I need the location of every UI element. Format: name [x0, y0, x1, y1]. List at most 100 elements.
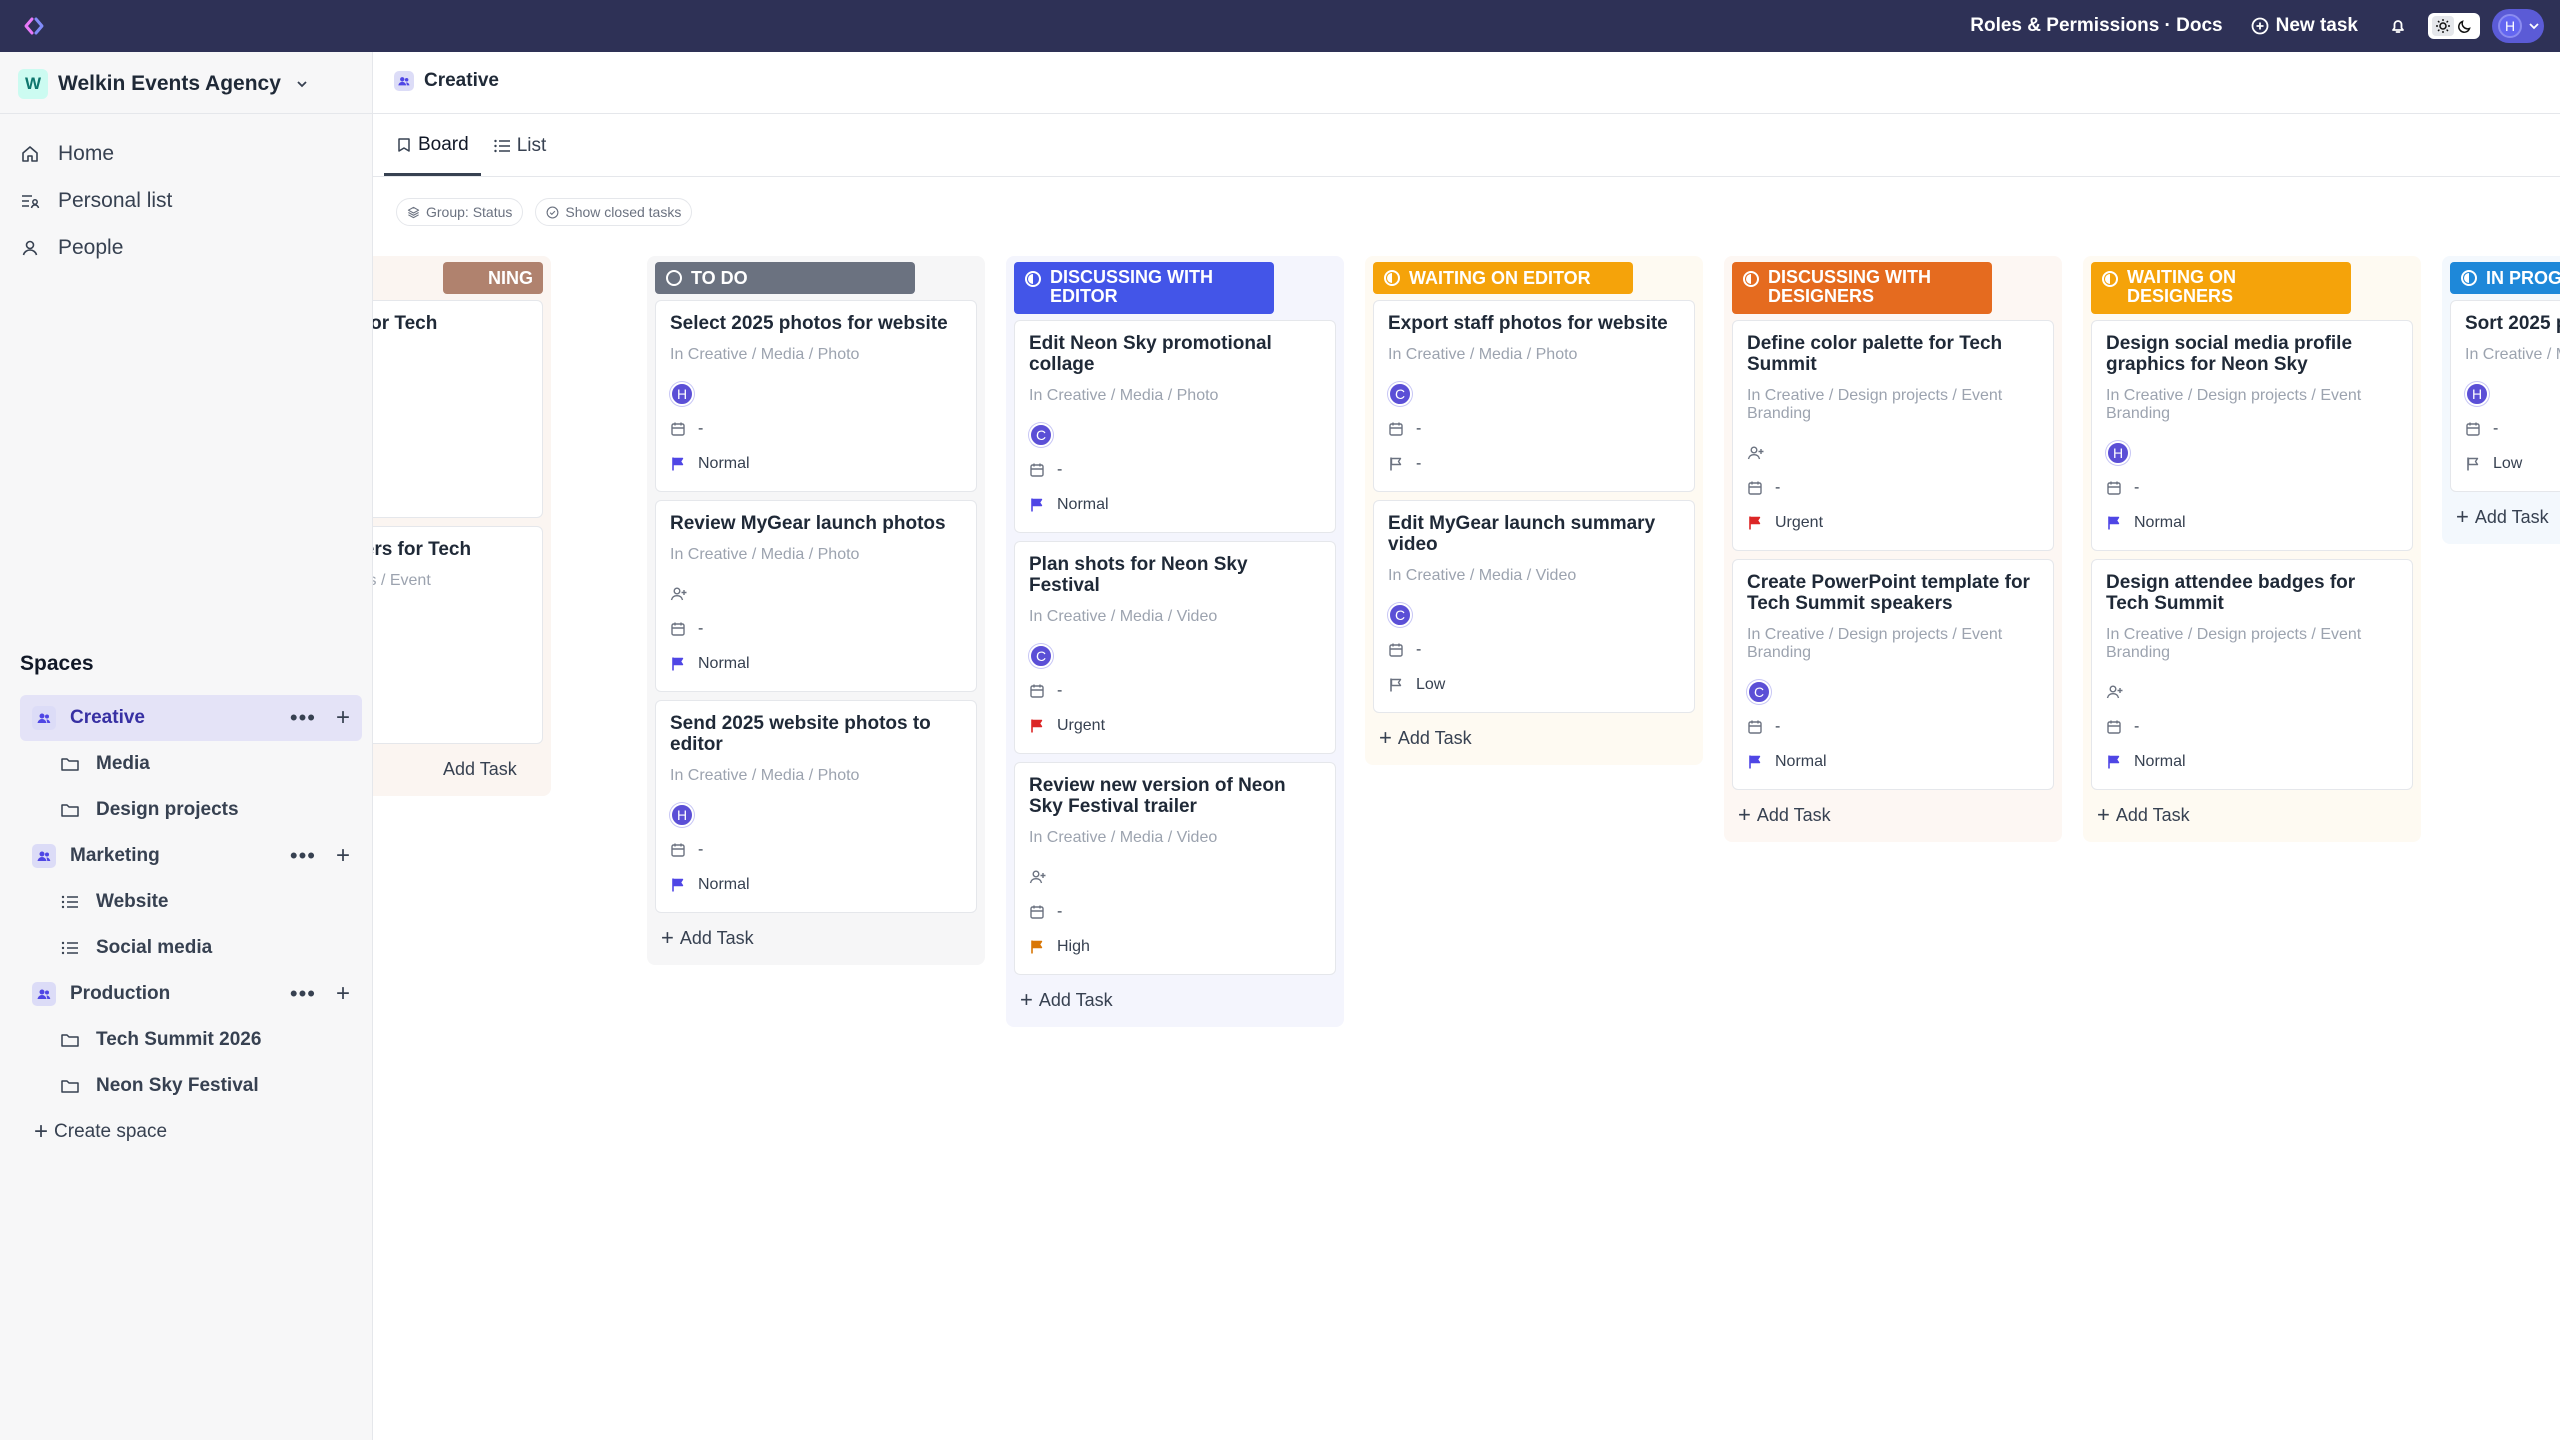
add-task-button[interactable]: +Add Task [1732, 798, 2054, 832]
assignee-avatar[interactable]: H [2106, 440, 2130, 465]
assignee-avatar[interactable]: C [1388, 381, 1412, 406]
assignee-row[interactable]: C [1388, 597, 1680, 632]
list-website[interactable]: Website [20, 879, 362, 925]
assignee-row[interactable]: C [1029, 638, 1321, 673]
priority-row[interactable]: Urgent [1029, 708, 1321, 743]
due-date-row[interactable]: - [1029, 452, 1321, 487]
due-date-row[interactable]: - [670, 832, 962, 867]
add-assignee-icon[interactable] [1029, 869, 1059, 885]
task-card[interactable]: Edit MyGear launch summary video In Creat… [1373, 500, 1695, 713]
assignee-row[interactable] [670, 576, 962, 611]
task-card[interactable]: Export staff photos for website In Creati… [1373, 300, 1695, 492]
due-date-row[interactable]: - [1029, 894, 1321, 929]
task-card[interactable]: Design social media profile graphics for… [2091, 320, 2413, 551]
priority-row[interactable]: Normal [1029, 487, 1321, 522]
column-header[interactable]: WAITING ON EDITOR [1373, 262, 1633, 294]
task-card[interactable]: Create PowerPoint template for Tech Summ… [1732, 559, 2054, 790]
due-date-row[interactable]: - [2465, 411, 2560, 446]
workspace-switcher[interactable]: W Welkin Events Agency [18, 66, 309, 102]
priority-row[interactable]: Normal [2106, 744, 2398, 779]
tab-list[interactable]: List [481, 116, 559, 176]
assignee-avatar[interactable]: C [1029, 422, 1053, 447]
add-task-button[interactable]: +Add Task [1014, 983, 1336, 1017]
due-date-row[interactable]: - [2106, 709, 2398, 744]
add-assignee-icon[interactable] [670, 586, 700, 602]
assignee-avatar[interactable]: C [1747, 679, 1771, 704]
more-options-icon[interactable]: ••• [290, 981, 316, 1007]
theme-toggle[interactable] [2428, 13, 2480, 39]
due-date-row[interactable]: - [670, 411, 962, 446]
show-closed-chip[interactable]: Show closed tasks [535, 198, 693, 226]
priority-row[interactable]: High [1029, 929, 1321, 964]
assignee-avatar[interactable]: H [670, 802, 694, 827]
tab-board[interactable]: Board [384, 116, 481, 176]
assignee-row[interactable]: H [2465, 376, 2560, 411]
assignee-row[interactable] [1747, 435, 2039, 470]
folder-design-projects[interactable]: Design projects [20, 787, 362, 833]
space-marketing[interactable]: Marketing ••• + [20, 833, 362, 879]
column-header[interactable]: IN PROGR [2450, 262, 2560, 294]
assignee-avatar[interactable]: H [2465, 381, 2489, 406]
priority-row[interactable]: Low [1388, 667, 1680, 702]
user-menu[interactable]: H [2492, 9, 2544, 43]
column-header[interactable]: DISCUSSING WITH EDITOR [1014, 262, 1274, 314]
new-task-button[interactable]: New task [2251, 15, 2358, 37]
add-icon[interactable]: + [336, 704, 350, 732]
assignee-row[interactable] [2106, 674, 2398, 709]
priority-row[interactable]: Urgent [1747, 505, 2039, 540]
assignee-row[interactable] [1029, 859, 1321, 894]
task-card[interactable]: Plan shots for Neon Sky Festival In Creat… [1014, 541, 1336, 754]
add-task-button[interactable]: +Add Task [373, 752, 543, 786]
column-header[interactable]: WAITING ON DESIGNERS [2091, 262, 2351, 314]
group-by-chip[interactable]: Group: Status [396, 198, 524, 226]
due-date-row[interactable]: - [1388, 411, 1680, 446]
assignee-avatar[interactable]: C [1029, 643, 1053, 668]
due-date-row[interactable]: - [1747, 470, 2039, 505]
priority-row[interactable]: Normal [1747, 744, 2039, 779]
priority-row[interactable]: Normal [670, 646, 962, 681]
folder-tech-summit-2026[interactable]: Tech Summit 2026 [20, 1017, 362, 1063]
docs-link[interactable]: Roles & Permissions · Docs [1970, 15, 2222, 37]
notifications-button[interactable] [2386, 14, 2410, 38]
add-assignee-icon[interactable] [2106, 684, 2136, 700]
add-task-button[interactable]: +Add Task [2450, 500, 2560, 534]
sidebar-item-people[interactable]: People [20, 224, 360, 271]
assignee-row[interactable]: C [1747, 674, 2039, 709]
space-production[interactable]: Production ••• + [20, 971, 362, 1017]
assignee-row[interactable]: C [1029, 417, 1321, 452]
priority-row[interactable]: Normal [670, 446, 962, 481]
sidebar-item-personal-list[interactable]: Personal list [20, 177, 360, 224]
task-card[interactable]: Select 2025 photos for website In Creativ… [655, 300, 977, 492]
list-social-media[interactable]: Social media [20, 925, 362, 971]
assignee-row[interactable]: H [670, 376, 962, 411]
space-creative[interactable]: Creative ••• + [20, 695, 362, 741]
folder-media[interactable]: Media [20, 741, 362, 787]
add-icon[interactable]: + [336, 980, 350, 1008]
column-header[interactable]: TO DO [655, 262, 915, 294]
add-task-button[interactable]: +Add Task [2091, 798, 2413, 832]
task-card[interactable]: schedule posters for Tech ve / Design pro… [373, 526, 543, 744]
task-card[interactable]: Send 2025 website photos to editor In Cre… [655, 700, 977, 913]
more-options-icon[interactable]: ••• [290, 705, 316, 731]
more-options-icon[interactable]: ••• [290, 843, 316, 869]
assignee-row[interactable]: H [2106, 435, 2398, 470]
due-date-row[interactable]: - [670, 611, 962, 646]
moon-icon[interactable] [2454, 16, 2476, 36]
priority-row[interactable]: - [1388, 446, 1680, 481]
assignee-row[interactable]: H [670, 797, 962, 832]
assignee-avatar[interactable]: H [670, 381, 694, 406]
add-task-button[interactable]: +Add Task [1373, 721, 1695, 755]
priority-row[interactable]: Low [2465, 446, 2560, 481]
add-icon[interactable]: + [336, 842, 350, 870]
task-card[interactable]: camera setup for Tech ve / Media / Video [373, 300, 543, 518]
priority-row[interactable]: Normal [2106, 505, 2398, 540]
app-logo-icon[interactable] [22, 14, 46, 38]
assignee-row[interactable]: C [1388, 376, 1680, 411]
task-card[interactable]: Sort 2025 ph In Creative / M H- Low [2450, 300, 2560, 492]
add-assignee-icon[interactable] [1747, 445, 1777, 461]
breadcrumb[interactable]: Creative [394, 70, 499, 92]
priority-row[interactable]: Normal [670, 867, 962, 902]
due-date-row[interactable]: - [1029, 673, 1321, 708]
task-card[interactable]: Review MyGear launch photos In Creative /… [655, 500, 977, 692]
assignee-avatar[interactable]: C [1388, 602, 1412, 627]
